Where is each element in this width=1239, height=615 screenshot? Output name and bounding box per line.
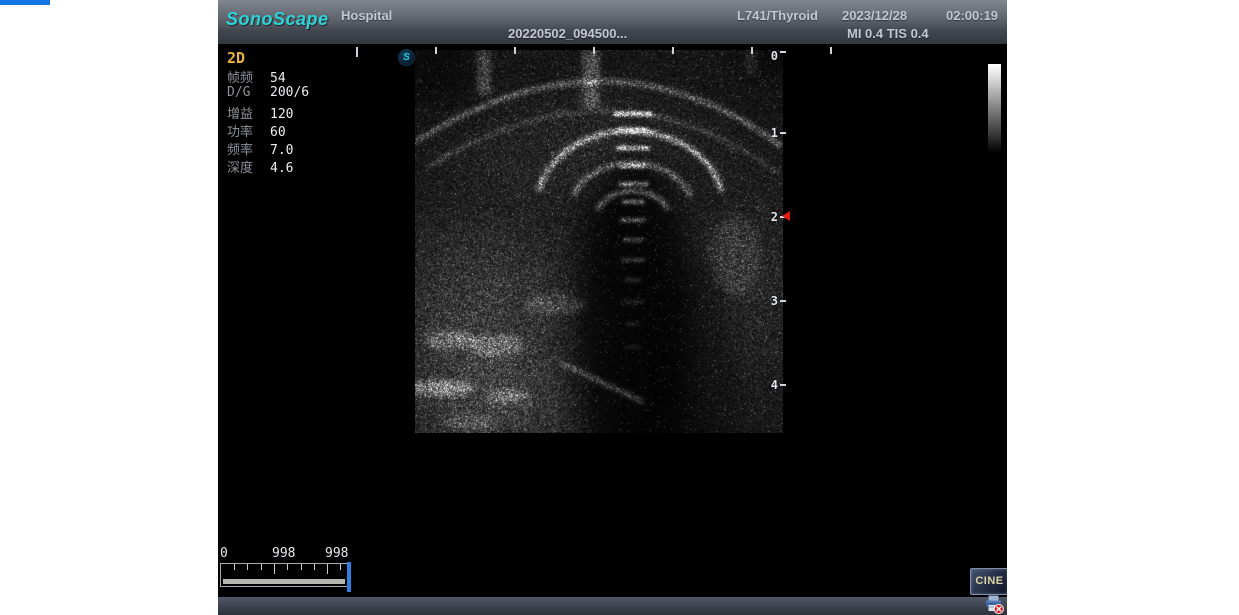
cine-ruler-tick xyxy=(301,564,302,570)
cine-ruler-tick xyxy=(287,564,288,570)
param-value: 54 xyxy=(270,71,286,86)
depth-ruler-label: 2 xyxy=(758,210,778,224)
param-value: 200/6 xyxy=(270,85,309,100)
top-ruler-tick xyxy=(751,47,753,54)
cine-ruler-tick xyxy=(340,564,341,570)
param-row: 帧频54 xyxy=(227,67,286,85)
depth-ruler-label: 1 xyxy=(758,126,778,140)
param-label: 频率 xyxy=(227,139,270,158)
depth-ruler-tick xyxy=(780,384,786,386)
cine-position-handle[interactable] xyxy=(347,562,351,592)
param-value: 60 xyxy=(270,125,286,140)
mode-label: 2D xyxy=(227,49,245,67)
brand-logo: SonoScape xyxy=(226,9,329,30)
exam-time: 02:00:19 xyxy=(946,8,998,23)
cine-ruler-tick xyxy=(261,564,262,570)
depth-ruler-label: 3 xyxy=(758,294,778,308)
cine-start-frame: 0 xyxy=(220,546,228,561)
depth-ruler-label: 4 xyxy=(758,378,778,392)
focus-marker-icon[interactable] xyxy=(782,211,790,221)
cine-progress-bar xyxy=(223,579,345,584)
top-ruler-tick xyxy=(514,47,516,54)
cine-ruler-tick xyxy=(314,564,315,570)
depth-ruler-tick xyxy=(780,300,786,302)
ultrasound-image xyxy=(415,50,783,433)
top-ruler-tick xyxy=(435,47,437,54)
param-row: 功率60 xyxy=(227,121,286,139)
cine-total-frames: 998 xyxy=(325,546,348,561)
top-ruler-tick xyxy=(830,47,832,54)
top-ruler-tick xyxy=(593,47,595,54)
top-ruler-tick xyxy=(356,47,358,57)
browser-tab-strip xyxy=(0,0,50,5)
param-label: D/G xyxy=(227,85,270,100)
param-label: 增益 xyxy=(227,103,270,122)
depth-ruler-tick xyxy=(780,51,786,53)
exam-date: 2023/12/28 xyxy=(842,8,907,23)
hospital-name: Hospital xyxy=(341,8,392,23)
ultrasound-ui: SonoScape Hospital L741/Thyroid 2023/12/… xyxy=(218,0,1007,615)
param-row: 深度4.6 xyxy=(227,157,293,175)
cine-button[interactable]: CINE xyxy=(970,568,1007,595)
cine-ruler-tick xyxy=(274,564,275,574)
header-bar: SonoScape Hospital L741/Thyroid 2023/12/… xyxy=(218,0,1007,44)
mi-tis-readout: MI 0.4 TIS 0.4 xyxy=(847,26,929,41)
orientation-marker-icon: S xyxy=(398,49,415,66)
param-row: 频率7.0 xyxy=(227,139,293,157)
top-ruler-tick xyxy=(672,47,674,54)
param-label: 帧频 xyxy=(227,67,270,86)
param-value: 4.6 xyxy=(270,161,293,176)
probe-preset: L741/Thyroid xyxy=(737,8,818,23)
param-value: 120 xyxy=(270,107,293,122)
cine-ruler-tick xyxy=(247,564,248,570)
screen: SonoScape Hospital L741/Thyroid 2023/12/… xyxy=(0,0,1239,615)
cine-current-frame: 998 xyxy=(272,546,295,561)
param-value: 7.0 xyxy=(270,143,293,158)
cine-ruler-tick xyxy=(234,564,235,570)
param-row: D/G200/6 xyxy=(227,85,309,103)
depth-ruler-label: 0 xyxy=(758,49,778,63)
exam-id: 20220502_094500... xyxy=(508,26,627,41)
depth-ruler-tick xyxy=(780,132,786,134)
cine-ruler-tick xyxy=(327,564,328,574)
param-label: 功率 xyxy=(227,121,270,140)
param-row: 增益120 xyxy=(227,103,293,121)
printer-error-icon[interactable] xyxy=(984,594,1005,615)
cine-slider-track[interactable] xyxy=(220,563,350,587)
status-bar xyxy=(218,597,1007,615)
param-label: 深度 xyxy=(227,157,270,176)
grayscale-bar xyxy=(988,64,1001,152)
